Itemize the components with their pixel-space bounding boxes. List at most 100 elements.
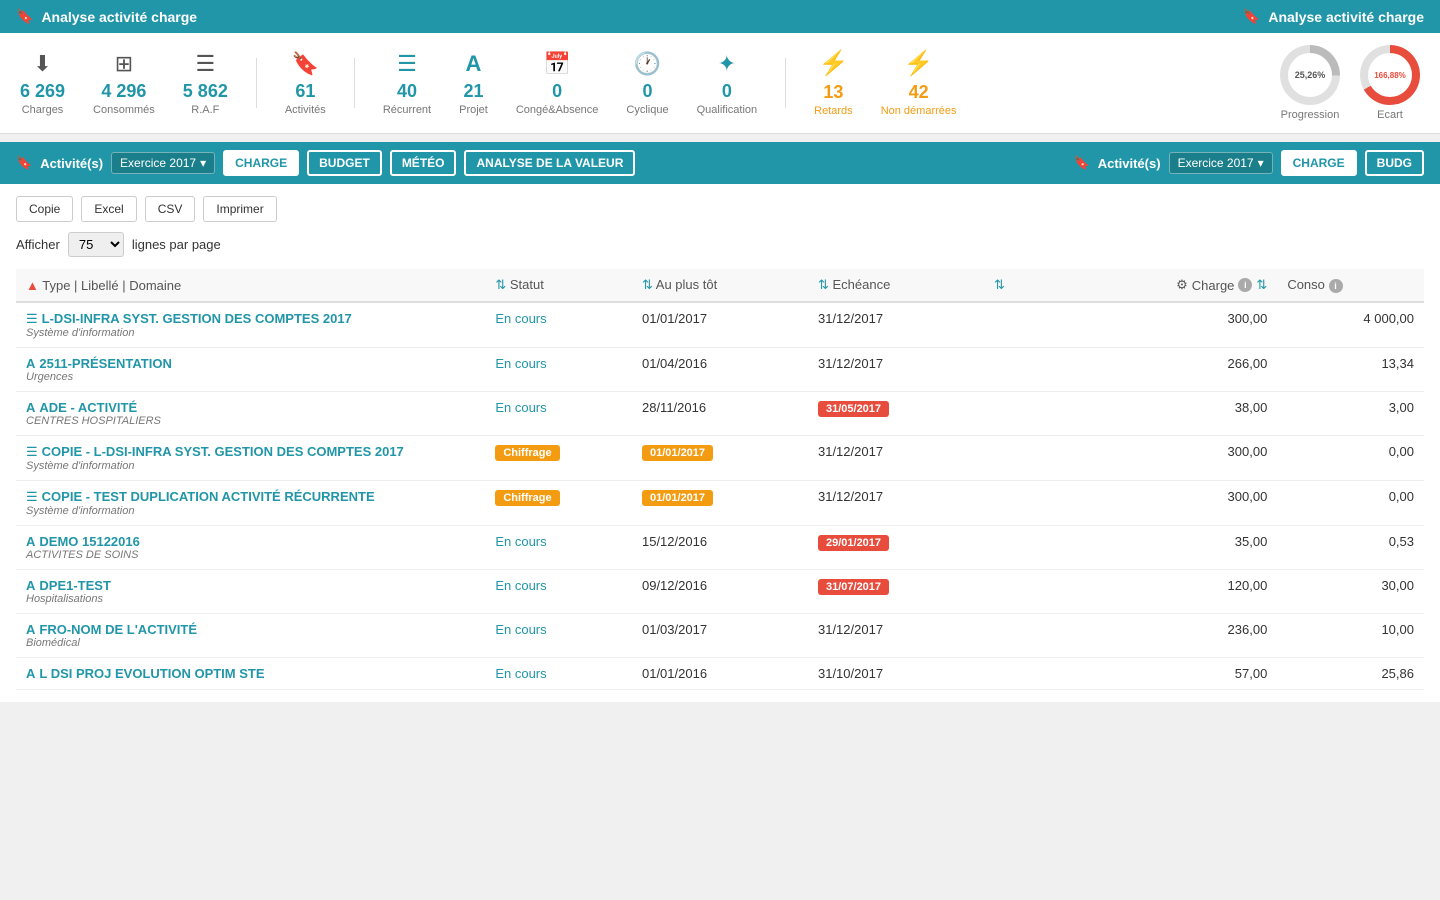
gauge-progression: 25,26% Progression <box>1280 45 1340 121</box>
th-conso[interactable]: Conso i <box>1277 269 1424 302</box>
tab-budg-right[interactable]: BUDG <box>1365 150 1424 176</box>
th-type[interactable]: ▲ Type | Libellé | Domaine <box>16 269 485 302</box>
project-type-icon: A <box>26 666 35 681</box>
date-au-plus: 09/12/2016 <box>642 578 707 593</box>
excel-button[interactable]: Excel <box>81 196 136 222</box>
info-icon-charge: i <box>1238 278 1252 292</box>
conso-value: 13,34 <box>1381 356 1414 371</box>
stat-projet[interactable]: A 21 Projet <box>459 51 488 116</box>
list-type-icon: ☰ <box>26 311 38 326</box>
exercice-dropdown[interactable]: Exercice 2017 ▾ <box>111 152 215 174</box>
download-icon: ⬇ <box>33 51 51 77</box>
charge-value: 300,00 <box>1228 311 1268 326</box>
tab-charge-right[interactable]: CHARGE <box>1281 150 1357 176</box>
recurrent-label: Récurrent <box>383 104 431 116</box>
th-echeance[interactable]: ⇅ Echéance <box>808 269 984 302</box>
sort-icon-echeance: ⇅ <box>818 277 829 292</box>
app-title-left: Analyse activité charge <box>41 9 197 25</box>
lightning-retards-icon: ⚡ <box>818 49 848 78</box>
th-conso-label: Conso <box>1287 277 1325 292</box>
stat-charges[interactable]: ⬇ 6 269 Charges <box>20 51 65 116</box>
activity-domain: Urgences <box>26 371 475 383</box>
stat-consommes[interactable]: ⊞ 4 296 Consommés <box>93 51 155 116</box>
activity-name-link[interactable]: COPIE - TEST DUPLICATION ACTIVITÉ RÉCURR… <box>42 489 375 504</box>
project-type-icon: A <box>26 622 35 637</box>
bookmark-stat-icon: 🔖 <box>292 51 319 77</box>
charge-value: 38,00 <box>1235 400 1268 415</box>
status-badge: Chiffrage <box>495 445 559 461</box>
gauge-progression-value: 25,26% <box>1288 53 1332 97</box>
activity-name-link[interactable]: FRO-NOM DE L'ACTIVITÉ <box>39 622 197 637</box>
stat-qualification[interactable]: ✦ 0 Qualification <box>697 51 758 116</box>
tab-bar-left: 🔖 Activité(s) Exercice 2017 ▾ CHARGE BUD… <box>16 150 635 176</box>
activity-name-link[interactable]: ADE - ACTIVITÉ <box>39 400 137 415</box>
copie-button[interactable]: Copie <box>16 196 73 222</box>
activity-name-link[interactable]: DPE1-TEST <box>39 578 111 593</box>
gauge-area: 25,26% Progression 166,88% Ecart <box>1280 45 1420 121</box>
project-type-icon: A <box>26 578 35 593</box>
stat-conge[interactable]: 📅 0 Congé&Absence <box>516 51 599 116</box>
bookmark-icon-left: 🔖 <box>16 8 33 25</box>
project-type-icon: A <box>26 400 35 415</box>
divider-3 <box>785 58 786 108</box>
conge-value: 0 <box>552 81 562 102</box>
status-label: En cours <box>495 311 546 326</box>
conso-value: 4 000,00 <box>1363 311 1414 326</box>
stat-non-demarrees[interactable]: ⚡ 42 Non démarrées <box>881 49 957 117</box>
charge-value: 266,00 <box>1228 356 1268 371</box>
stat-recurrent[interactable]: ☰ 40 Récurrent <box>383 51 431 116</box>
date-au-plus: 01/04/2016 <box>642 356 707 371</box>
th-empty[interactable]: ⇅ <box>984 269 1101 302</box>
th-echeance-label: Echéance <box>833 277 891 292</box>
date-echeance-badge: 31/07/2017 <box>818 579 889 595</box>
activity-name-link[interactable]: COPIE - L-DSI-INFRA SYST. GESTION DES CO… <box>42 444 404 459</box>
activity-name-link[interactable]: L-DSI-INFRA SYST. GESTION DES COMPTES 20… <box>42 311 352 326</box>
th-type-label: Type | Libellé | Domaine <box>42 278 181 293</box>
gauge-progression-circle: 25,26% <box>1280 45 1340 105</box>
lignes-label: lignes par page <box>132 237 221 252</box>
activity-name-link[interactable]: 2511-PRÉSENTATION <box>39 356 171 371</box>
activity-domain: Biomédical <box>26 637 475 649</box>
stat-cyclique[interactable]: 🕐 0 Cyclique <box>626 51 668 116</box>
th-charge[interactable]: ⚙ Charge i ⇅ <box>1101 269 1277 302</box>
chevron-down-icon: ▾ <box>200 156 206 170</box>
sort-icon-au-plus: ⇅ <box>642 277 653 292</box>
content-area: Copie Excel CSV Imprimer Afficher 75 25 … <box>0 184 1440 702</box>
activites-value: 61 <box>295 81 315 102</box>
recurrent-icon: ☰ <box>397 51 417 77</box>
table-header-row: ▲ Type | Libellé | Domaine ⇅ Statut ⇅ Au… <box>16 269 1424 302</box>
gauge-ecart: 166,88% Ecart <box>1360 45 1420 121</box>
retards-value: 13 <box>823 82 843 103</box>
lines-per-page-select[interactable]: 75 25 50 100 <box>68 232 124 257</box>
charge-value: 35,00 <box>1235 534 1268 549</box>
recurrent-value: 40 <box>397 81 417 102</box>
stat-retards[interactable]: ⚡ 13 Retards <box>814 49 853 117</box>
charge-value: 120,00 <box>1228 578 1268 593</box>
tab-budget[interactable]: BUDGET <box>307 150 382 176</box>
tab-meteo[interactable]: MÉTÉO <box>390 150 457 176</box>
activity-name-link[interactable]: DEMO 15122016 <box>39 534 139 549</box>
stat-raf[interactable]: ☰ 5 862 R.A.F <box>183 51 228 116</box>
activity-name-link[interactable]: L DSI PROJ EVOLUTION OPTIM STE <box>39 666 264 681</box>
bookmark-icon-tabbar-right: 🔖 <box>1074 155 1090 171</box>
stat-activites[interactable]: 🔖 61 Activités <box>285 51 326 116</box>
date-au-plus: 28/11/2016 <box>642 400 706 415</box>
bookmark-icon-right: 🔖 <box>1243 8 1260 25</box>
stats-bar: ⬇ 6 269 Charges ⊞ 4 296 Consommés ☰ 5 86… <box>0 33 1440 134</box>
conso-value: 0,00 <box>1389 489 1414 504</box>
charge-value: 236,00 <box>1228 622 1268 637</box>
exercice-dropdown-right[interactable]: Exercice 2017 ▾ <box>1169 152 1273 174</box>
imprimer-button[interactable]: Imprimer <box>203 196 276 222</box>
status-label: En cours <box>495 534 546 549</box>
charges-value: 6 269 <box>20 81 65 102</box>
tab-analyse[interactable]: ANALYSE DE LA VALEUR <box>464 150 635 176</box>
charge-value: 57,00 <box>1235 666 1268 681</box>
project-type-icon: A <box>26 534 35 549</box>
date-au-plus: 01/03/2017 <box>642 622 707 637</box>
csv-button[interactable]: CSV <box>145 196 196 222</box>
tab-bar: 🔖 Activité(s) Exercice 2017 ▾ CHARGE BUD… <box>0 142 1440 184</box>
tab-charge[interactable]: CHARGE <box>223 150 299 176</box>
th-statut[interactable]: ⇅ Statut <box>485 269 632 302</box>
th-au-plus-tot[interactable]: ⇅ Au plus tôt <box>632 269 808 302</box>
tab-bar-title-right: Activité(s) <box>1098 156 1161 171</box>
